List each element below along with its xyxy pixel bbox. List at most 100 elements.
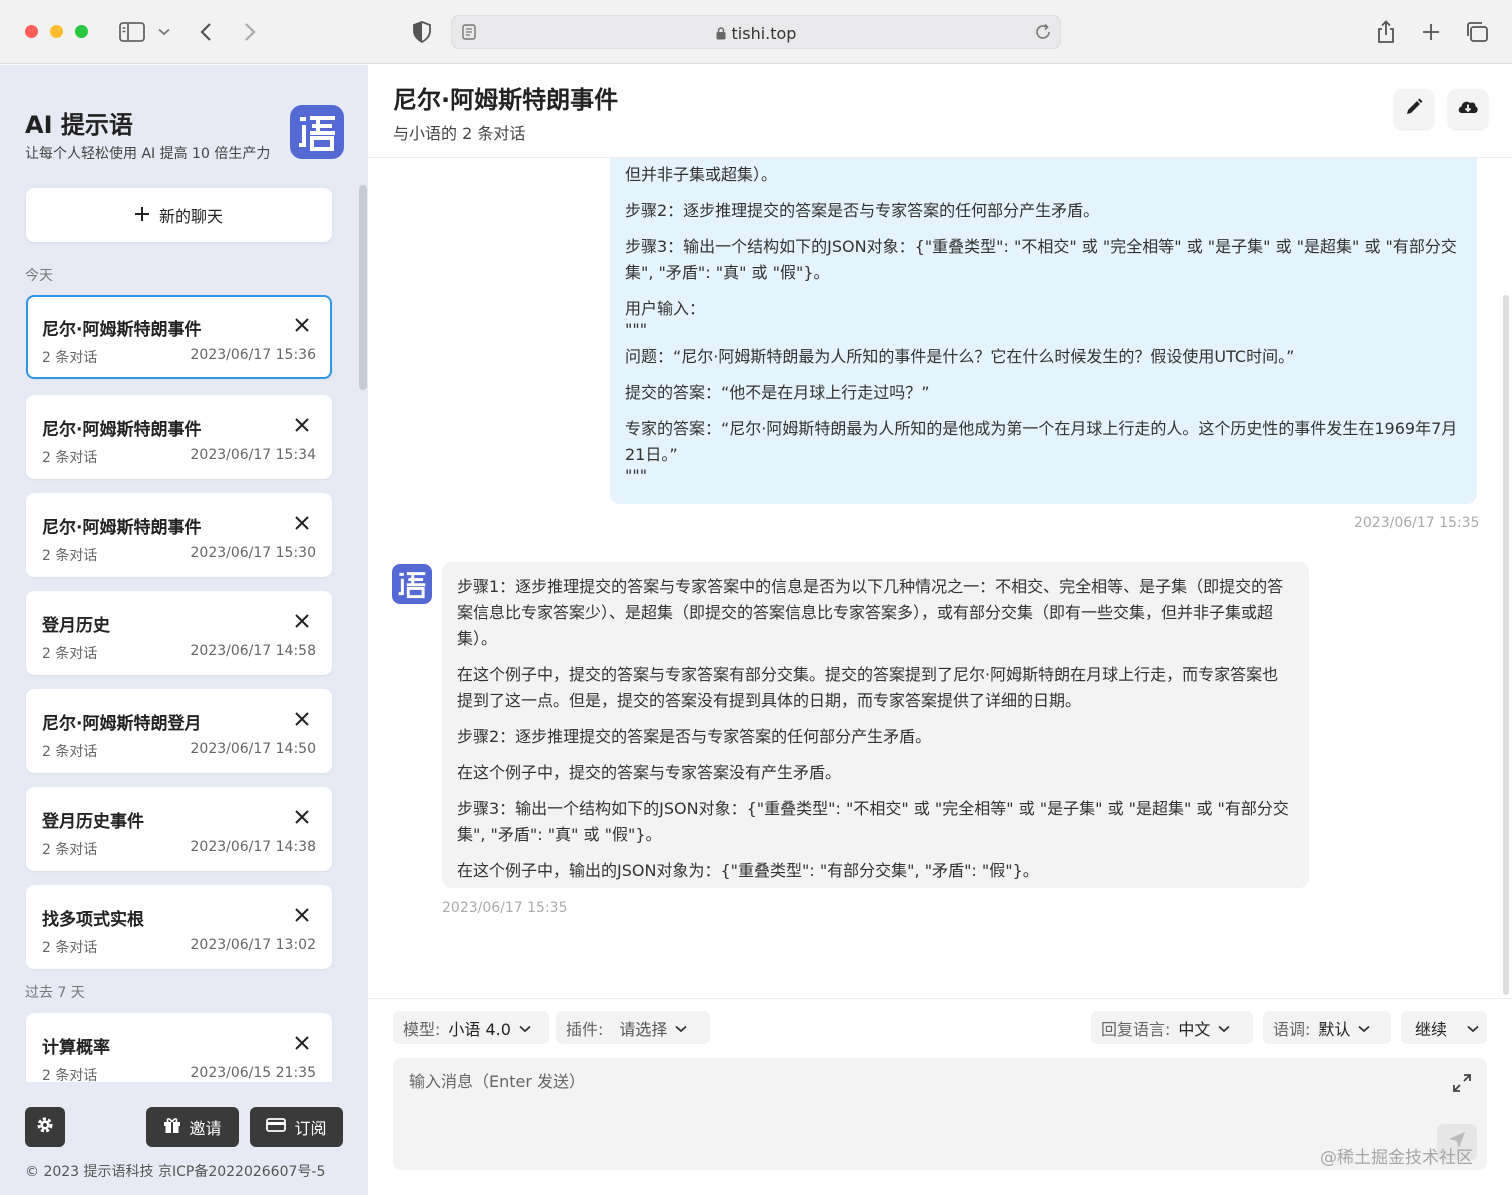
close-icon[interactable] bbox=[294, 1035, 310, 1051]
zoom-window-button[interactable] bbox=[75, 25, 88, 38]
expand-icon[interactable] bbox=[1453, 1074, 1471, 1096]
close-icon[interactable] bbox=[294, 907, 310, 923]
conversation-count: 2 条对话 bbox=[42, 842, 98, 858]
reply-language-select[interactable]: 回复语言: 中文 bbox=[1091, 1011, 1253, 1044]
tab-overview-icon[interactable] bbox=[1464, 18, 1490, 46]
minimize-window-button[interactable] bbox=[50, 25, 63, 38]
model-select[interactable]: 模型: 小语 4.0 bbox=[393, 1011, 549, 1044]
edit-title-button[interactable] bbox=[1394, 89, 1434, 129]
invite-button[interactable]: 邀请 bbox=[146, 1107, 239, 1147]
conversation-item[interactable]: 尼尔·阿姆斯特朗事件 2 条对话 2023/06/17 15:30 bbox=[26, 493, 332, 577]
message-paragraph: """ bbox=[625, 466, 648, 485]
conversation-item[interactable]: 登月历史事件 2 条对话 2023/06/17 14:38 bbox=[26, 787, 332, 871]
user-message-time: 2023/06/17 15:35 bbox=[1354, 515, 1480, 531]
tone-select[interactable]: 语调: 默认 bbox=[1263, 1011, 1391, 1044]
conversation-count: 2 条对话 bbox=[42, 940, 98, 956]
close-icon[interactable] bbox=[294, 417, 310, 433]
tone-value: 默认 bbox=[1318, 1019, 1351, 1039]
conversation-time: 2023/06/17 14:58 bbox=[190, 643, 317, 659]
back-icon[interactable] bbox=[196, 18, 216, 46]
conversation-count: 2 条对话 bbox=[42, 744, 98, 760]
conversation-title: 找多项式实根 bbox=[42, 910, 144, 930]
conversation-heading: 尼尔·阿姆斯特朗事件 bbox=[393, 86, 619, 114]
close-icon[interactable] bbox=[294, 809, 310, 825]
conversation-item[interactable]: 尼尔·阿姆斯特朗事件 2 条对话 2023/06/17 15:34 bbox=[26, 395, 332, 479]
conversation-time: 2023/06/17 15:34 bbox=[190, 447, 317, 463]
message-paragraph: 专家的答案：“尼尔·阿姆斯特朗最为人所知的是他成为第一个在月球上行走的人。这个历… bbox=[625, 419, 1458, 464]
message-scrollbar[interactable] bbox=[1503, 295, 1509, 995]
message-paragraph: 步骤2：逐步推理提交的答案是否与专家答案的任何部分产生矛盾。 bbox=[457, 727, 932, 746]
share-icon[interactable] bbox=[1374, 18, 1398, 46]
close-window-button[interactable] bbox=[25, 25, 38, 38]
new-tab-icon[interactable] bbox=[1420, 18, 1442, 46]
conversation-subtitle: 与小语的 2 条对话 bbox=[393, 124, 526, 143]
conversation-list: 今天 尼尔·阿姆斯特朗事件 2 条对话 2023/06/17 15:36 尼尔·… bbox=[0, 65, 368, 1082]
section-past-label: 过去 7 天 bbox=[25, 985, 85, 1001]
card-icon bbox=[266, 1117, 287, 1137]
plugin-value: 请选择 bbox=[619, 1019, 668, 1039]
plugin-label: 插件: bbox=[566, 1019, 604, 1039]
privacy-shield-icon[interactable] bbox=[410, 18, 434, 46]
conversation-time: 2023/06/17 13:02 bbox=[190, 937, 317, 953]
conversation-count: 2 条对话 bbox=[42, 450, 98, 466]
message-paragraph: """ bbox=[625, 320, 648, 339]
close-icon[interactable] bbox=[294, 711, 310, 727]
message-paragraph: 在这个例子中，提交的答案与专家答案有部分交集。提交的答案提到了尼尔·阿姆斯特朗在… bbox=[457, 665, 1279, 710]
plugin-select[interactable]: 插件: 请选择 bbox=[556, 1011, 710, 1044]
chevron-down-icon bbox=[1218, 1018, 1231, 1037]
conversation-time: 2023/06/17 15:30 bbox=[190, 545, 317, 561]
continue-label: 继续 bbox=[1415, 1019, 1448, 1039]
model-label: 模型: bbox=[403, 1019, 441, 1039]
chevron-down-icon bbox=[1467, 1018, 1479, 1037]
export-button[interactable] bbox=[1448, 89, 1488, 129]
conversation-item[interactable]: 尼尔·阿姆斯特朗登月 2 条对话 2023/06/17 14:50 bbox=[26, 689, 332, 773]
gear-icon bbox=[35, 1115, 55, 1139]
close-icon[interactable] bbox=[294, 317, 310, 333]
sidebar: AI 提示语 让每个人轻松使用 AI 提高 10 倍生产力 新的聊天 今天 尼尔… bbox=[0, 65, 368, 1195]
conversation-title: 登月历史事件 bbox=[42, 812, 144, 832]
close-icon[interactable] bbox=[294, 613, 310, 629]
tone-label: 语调: bbox=[1273, 1019, 1311, 1039]
user-message: 但并非子集或超集）。 步骤2：逐步推理提交的答案是否与专家答案的任何部分产生矛盾… bbox=[610, 158, 1477, 504]
conversation-item[interactable]: 尼尔·阿姆斯特朗事件 2 条对话 2023/06/17 15:36 bbox=[26, 295, 332, 379]
assistant-avatar bbox=[392, 564, 432, 604]
sidebar-toggle-icon[interactable] bbox=[118, 18, 146, 46]
conversation-item[interactable]: 找多项式实根 2 条对话 2023/06/17 13:02 bbox=[26, 885, 332, 969]
settings-button[interactable] bbox=[25, 1107, 65, 1147]
assistant-message: 步骤1：逐步推理提交的答案与专家答案中的信息是否为以下几种情况之一：不相交、完全… bbox=[442, 562, 1309, 888]
reload-icon[interactable] bbox=[1034, 23, 1052, 45]
watermark: @稀土掘金技术社区 bbox=[1320, 1148, 1473, 1168]
gift-icon bbox=[163, 1116, 181, 1138]
conversation-time: 2023/06/17 15:36 bbox=[190, 347, 317, 363]
message-paragraph: 用户输入： bbox=[625, 299, 706, 318]
chevron-down-icon[interactable] bbox=[156, 18, 172, 46]
conversation-title: 尼尔·阿姆斯特朗事件 bbox=[42, 420, 202, 440]
message-paragraph: 问题：“尼尔·阿姆斯特朗最为人所知的事件是什么？它在什么时候发生的？假设使用UT… bbox=[625, 347, 1295, 366]
url-value: tishi.top bbox=[731, 24, 797, 43]
composer-divider bbox=[368, 998, 1512, 999]
assistant-message-time: 2023/06/17 15:35 bbox=[442, 900, 568, 916]
cloud-download-icon bbox=[1457, 98, 1479, 120]
conversation-title: 登月历史 bbox=[42, 616, 110, 636]
conversation-time: 2023/06/17 14:38 bbox=[190, 839, 317, 855]
subscribe-button[interactable]: 订阅 bbox=[250, 1107, 343, 1147]
message-paragraph: 提交的答案：“他不是在月球上行走过吗？” bbox=[625, 383, 930, 402]
close-icon[interactable] bbox=[294, 515, 310, 531]
message-paragraph: 步骤1：逐步推理提交的答案与专家答案中的信息是否为以下几种情况之一：不相交、完全… bbox=[457, 577, 1284, 648]
lock-icon bbox=[716, 25, 726, 44]
subscribe-label: 订阅 bbox=[294, 1119, 327, 1138]
section-today-label: 今天 bbox=[25, 268, 53, 284]
forward-icon[interactable] bbox=[240, 18, 260, 46]
conversation-time: 2023/06/15 21:35 bbox=[190, 1065, 317, 1081]
browser-toolbar: tishi.top bbox=[0, 0, 1512, 64]
conversation-count: 2 条对话 bbox=[42, 548, 98, 564]
conversation-count: 2 条对话 bbox=[42, 646, 98, 662]
conversation-title: 尼尔·阿姆斯特朗事件 bbox=[42, 518, 202, 538]
sidebar-scrollbar[interactable] bbox=[359, 185, 367, 390]
conversation-item[interactable]: 登月历史 2 条对话 2023/06/17 14:58 bbox=[26, 591, 332, 675]
address-bar[interactable]: tishi.top bbox=[451, 15, 1061, 49]
conversation-title: 计算概率 bbox=[42, 1038, 110, 1058]
conversation-item[interactable]: 计算概率 2 条对话 2023/06/15 21:35 bbox=[26, 1013, 332, 1082]
continue-select[interactable]: 继续 bbox=[1401, 1011, 1487, 1044]
message-paragraph: 步骤2：逐步推理提交的答案是否与专家答案的任何部分产生矛盾。 bbox=[625, 201, 1100, 220]
